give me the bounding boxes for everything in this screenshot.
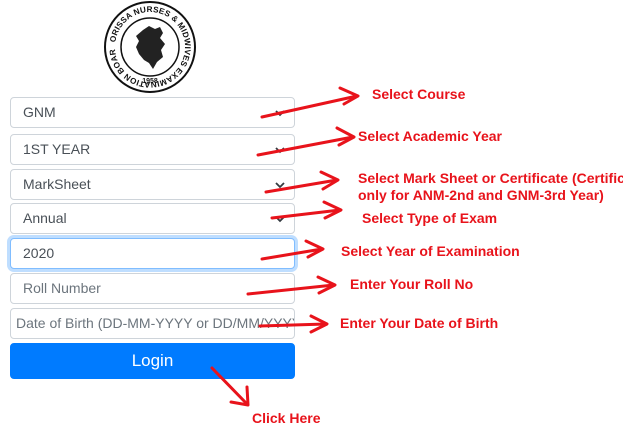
chevron-down-icon bbox=[275, 182, 285, 189]
annotation-enter-dob: Enter Your Date of Birth bbox=[340, 315, 499, 331]
exam-type-select[interactable]: Annual bbox=[10, 203, 295, 234]
roll-number-input[interactable]: Roll Number bbox=[10, 273, 295, 304]
annotation-select-document-type-line1: Select Mark Sheet or Certificate (Certif… bbox=[358, 170, 623, 186]
course-select-value: GNM bbox=[23, 104, 56, 120]
annotation-select-course: Select Course bbox=[372, 86, 466, 102]
annotation-enter-roll: Enter Your Roll No bbox=[350, 276, 474, 292]
course-select[interactable]: GNM bbox=[10, 97, 295, 128]
annotation-click-here: Click Here bbox=[252, 410, 321, 426]
board-seal-logo: ORISSA NURSES & MIDWIVES EXAMINATION BOA… bbox=[103, 0, 196, 93]
exam-type-select-value: Annual bbox=[23, 210, 67, 226]
login-button[interactable]: Login bbox=[10, 343, 295, 379]
academic-year-select[interactable]: 1ST YEAR bbox=[10, 134, 295, 165]
seal-year: 1958 bbox=[142, 78, 158, 85]
annotation-select-exam-type: Select Type of Exam bbox=[362, 210, 498, 226]
document-type-select[interactable]: MarkSheet bbox=[10, 169, 295, 200]
annotation-select-exam-year: Select Year of Examination bbox=[341, 243, 520, 259]
roll-number-placeholder: Roll Number bbox=[23, 280, 101, 296]
annotation-select-academic-year: Select Academic Year bbox=[358, 128, 502, 144]
chevron-down-icon bbox=[275, 216, 285, 223]
chevron-down-icon bbox=[275, 110, 285, 117]
date-of-birth-input[interactable]: Date of Birth (DD-MM-YYYY or DD/MM/YYYY) bbox=[10, 308, 295, 339]
annotation-select-document-type-line2: only for ANM-2nd and GNM-3rd Year) bbox=[358, 187, 604, 203]
exam-year-select[interactable]: 2020 bbox=[10, 238, 295, 269]
academic-year-select-value: 1ST YEAR bbox=[23, 141, 91, 157]
date-of-birth-placeholder: Date of Birth (DD-MM-YYYY or DD/MM/YYYY) bbox=[16, 315, 295, 331]
chevron-down-icon bbox=[275, 147, 285, 154]
exam-year-select-value: 2020 bbox=[23, 245, 55, 261]
document-type-select-value: MarkSheet bbox=[23, 176, 91, 192]
